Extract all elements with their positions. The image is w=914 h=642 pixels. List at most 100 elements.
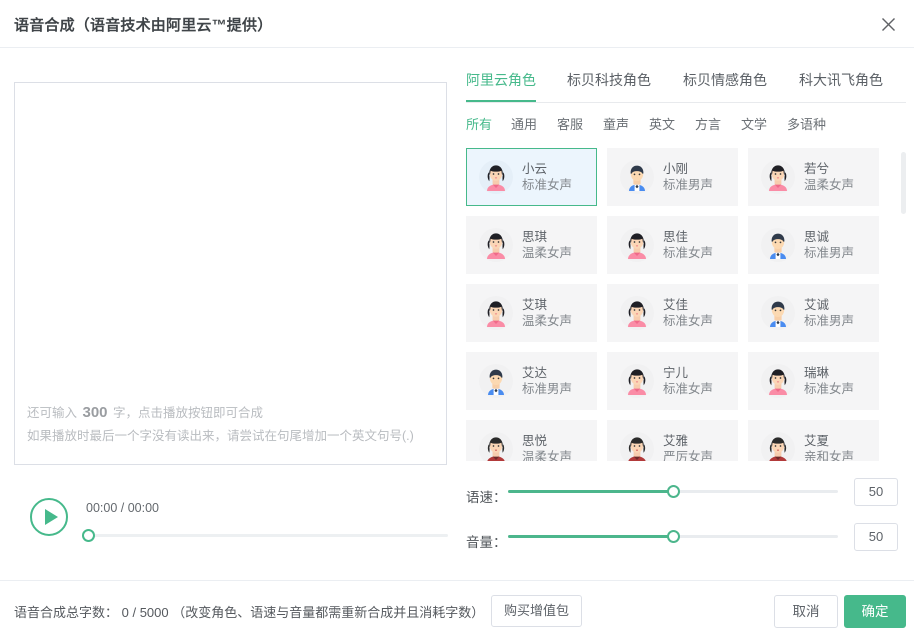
voice-card[interactable]: 艾诚标准男声 <box>748 284 879 342</box>
category-7[interactable]: 多语种 <box>787 114 826 133</box>
speed-value-input[interactable]: 50 <box>854 478 898 506</box>
remaining-chars-value: 300 <box>81 404 110 421</box>
vendor-tab-2[interactable]: 标贝情感角色 <box>683 70 767 100</box>
category-0[interactable]: 所有 <box>466 114 492 133</box>
voice-panel: 阿里云角色 标贝科技角色 标贝情感角色 科大讯飞角色 所有 通用 客服 童声 英文 方言 文学 多语… <box>466 70 906 461</box>
speed-knob[interactable] <box>667 485 680 498</box>
playback-knob[interactable] <box>82 529 95 542</box>
voice-card[interactable]: 思佳标准女声 <box>607 216 738 274</box>
voice-name: 艾琪 <box>522 297 572 313</box>
editor-column: 还可输入 300 字，点击播放按钮即可合成 如果播放时最后一个字没有读出来，请尝… <box>14 82 447 465</box>
category-2[interactable]: 客服 <box>557 114 583 133</box>
voice-list-scroll[interactable]: 小云标准女声小刚标准男声若兮温柔女声思琪温柔女声思佳标准女声思诚标准男声艾琪温柔… <box>466 148 906 461</box>
speed-label: 语速： <box>466 486 507 506</box>
buy-package-button[interactable]: 购买增值包 <box>491 595 582 627</box>
voice-desc: 标准男声 <box>804 245 854 261</box>
avatar-icon <box>620 432 654 461</box>
voice-card[interactable]: 艾佳标准女声 <box>607 284 738 342</box>
vendor-tab-label: 标贝科技角色 <box>567 72 651 88</box>
voice-card[interactable]: 小云标准女声 <box>466 148 597 206</box>
category-filter-row: 所有 通用 客服 童声 英文 方言 文学 多语种 <box>466 114 906 148</box>
voice-card[interactable]: 若兮温柔女声 <box>748 148 879 206</box>
voice-card[interactable]: 思悦温柔女声 <box>466 420 597 461</box>
voice-name: 思琪 <box>522 229 572 245</box>
close-button[interactable] <box>872 8 904 40</box>
vendor-tab-label: 标贝情感角色 <box>683 72 767 88</box>
volume-slider[interactable] <box>508 527 838 547</box>
voice-card[interactable]: 思诚标准男声 <box>748 216 879 274</box>
voice-text: 艾达标准男声 <box>522 365 572 397</box>
voice-card[interactable]: 艾达标准男声 <box>466 352 597 410</box>
text-input-wrapper[interactable]: 还可输入 300 字，点击播放按钮即可合成 如果播放时最后一个字没有读出来，请尝… <box>14 82 447 465</box>
vendor-tab-1[interactable]: 标贝科技角色 <box>567 70 651 100</box>
category-label: 通用 <box>511 117 537 132</box>
volume-knob[interactable] <box>667 530 680 543</box>
voice-name: 艾达 <box>522 365 572 381</box>
voice-desc: 标准男声 <box>804 313 854 329</box>
vendor-tab-0[interactable]: 阿里云角色 <box>466 70 536 102</box>
avatar-icon <box>761 432 795 461</box>
avatar-icon <box>761 364 795 398</box>
dialog-header: 语音合成（语音技术由阿里云™提供） <box>0 0 914 48</box>
tts-dialog: 语音合成（语音技术由阿里云™提供） 还可输入 300 字，点击播放按钮即可合成 … <box>0 0 914 642</box>
category-label: 多语种 <box>787 117 826 132</box>
category-5[interactable]: 方言 <box>695 114 721 133</box>
voice-text: 若兮温柔女声 <box>804 161 854 193</box>
volume-row: 音量： 50 <box>466 523 898 568</box>
avatar-icon <box>479 432 513 461</box>
vertical-scrollbar[interactable] <box>901 152 906 214</box>
avatar-icon <box>479 296 513 330</box>
speed-slider[interactable] <box>508 482 838 502</box>
voice-desc: 温柔女声 <box>522 313 572 329</box>
voice-text: 艾琪温柔女声 <box>522 297 572 329</box>
voice-desc: 亲和女声 <box>804 449 854 461</box>
vendor-tab-3[interactable]: 科大讯飞角色 <box>799 70 883 100</box>
voice-card[interactable]: 艾雅严厉女声 <box>607 420 738 461</box>
total-chars-note: （改变角色、语速与音量都需重新合成并且消耗字数） <box>172 605 484 620</box>
voice-text: 小云标准女声 <box>522 161 572 193</box>
vendor-tab-label: 科大讯飞角色 <box>799 72 883 88</box>
category-3[interactable]: 童声 <box>603 114 629 133</box>
category-label: 客服 <box>557 117 583 132</box>
voice-name: 宁儿 <box>663 365 713 381</box>
voice-text: 艾夏亲和女声 <box>804 433 854 461</box>
avatar-icon <box>620 160 654 194</box>
voice-name: 艾夏 <box>804 433 854 449</box>
synthesis-text-input[interactable] <box>15 83 446 408</box>
voice-card[interactable]: 艾琪温柔女声 <box>466 284 597 342</box>
voice-card[interactable]: 艾夏亲和女声 <box>748 420 879 461</box>
voice-desc: 标准女声 <box>663 313 713 329</box>
confirm-button[interactable]: 确定 <box>844 595 906 628</box>
playback-track[interactable] <box>88 534 448 537</box>
playback-slider[interactable] <box>88 528 448 542</box>
category-1[interactable]: 通用 <box>511 114 537 133</box>
voice-desc: 温柔女声 <box>804 177 854 193</box>
total-chars-label: 语音合成总字数： <box>14 605 118 620</box>
category-label: 所有 <box>466 117 492 132</box>
voice-text: 思佳标准女声 <box>663 229 713 261</box>
voice-name: 小云 <box>522 161 572 177</box>
voice-name: 艾诚 <box>804 297 854 313</box>
voice-name: 思佳 <box>663 229 713 245</box>
voice-name: 艾佳 <box>663 297 713 313</box>
hint-prefix: 还可输入 <box>27 406 77 420</box>
voice-grid: 小云标准女声小刚标准男声若兮温柔女声思琪温柔女声思佳标准女声思诚标准男声艾琪温柔… <box>466 148 892 461</box>
voice-desc: 标准男声 <box>663 177 713 193</box>
category-6[interactable]: 文学 <box>741 114 767 133</box>
voice-text: 小刚标准男声 <box>663 161 713 193</box>
voice-card[interactable]: 小刚标准男声 <box>607 148 738 206</box>
volume-value-input[interactable]: 50 <box>854 523 898 551</box>
play-button[interactable] <box>30 498 68 536</box>
voice-card[interactable]: 瑞琳标准女声 <box>748 352 879 410</box>
voice-card[interactable]: 宁儿标准女声 <box>607 352 738 410</box>
cancel-button[interactable]: 取消 <box>774 595 838 628</box>
avatar-icon <box>620 364 654 398</box>
avatar-icon <box>761 228 795 262</box>
voice-name: 思诚 <box>804 229 854 245</box>
category-4[interactable]: 英文 <box>649 114 675 133</box>
editor-hints: 还可输入 300 字，点击播放按钮即可合成 如果播放时最后一个字没有读出来，请尝… <box>27 401 437 448</box>
voice-card[interactable]: 思琪温柔女声 <box>466 216 597 274</box>
voice-desc: 标准女声 <box>522 177 572 193</box>
voice-desc: 标准女声 <box>663 245 713 261</box>
voice-name: 若兮 <box>804 161 854 177</box>
